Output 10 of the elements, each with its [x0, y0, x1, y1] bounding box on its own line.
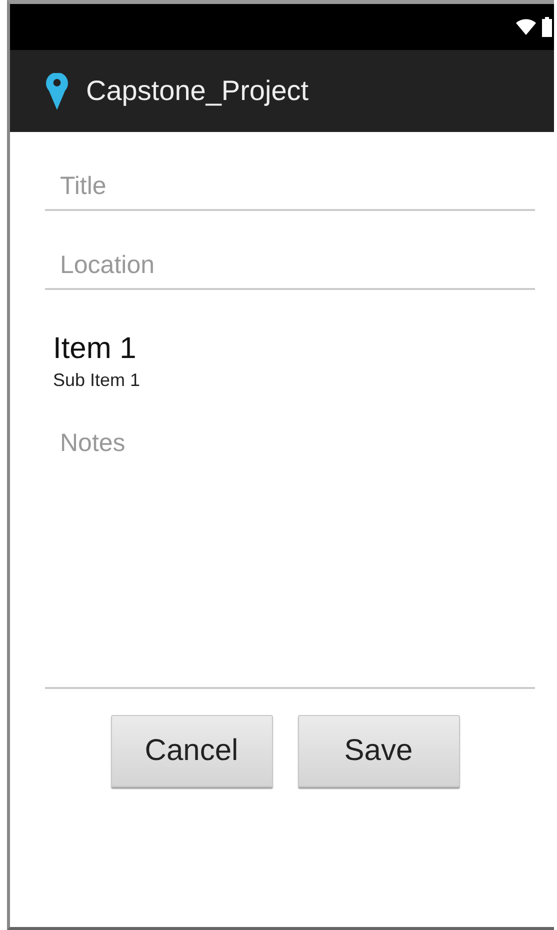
action-button[interactable]: Save: [298, 715, 460, 787]
item-subtitle: Sub Item 1: [53, 370, 140, 391]
item-title: Item 1: [53, 332, 136, 366]
action-button[interactable]: Cancel: [110, 715, 272, 787]
wifi-icon: [516, 19, 536, 35]
app-title: Capstone_Project: [86, 75, 309, 107]
battery-icon: [542, 17, 552, 37]
text-field[interactable]: Title: [45, 160, 535, 211]
text-field[interactable]: Location: [45, 239, 535, 290]
map-pin-icon: [46, 72, 68, 110]
